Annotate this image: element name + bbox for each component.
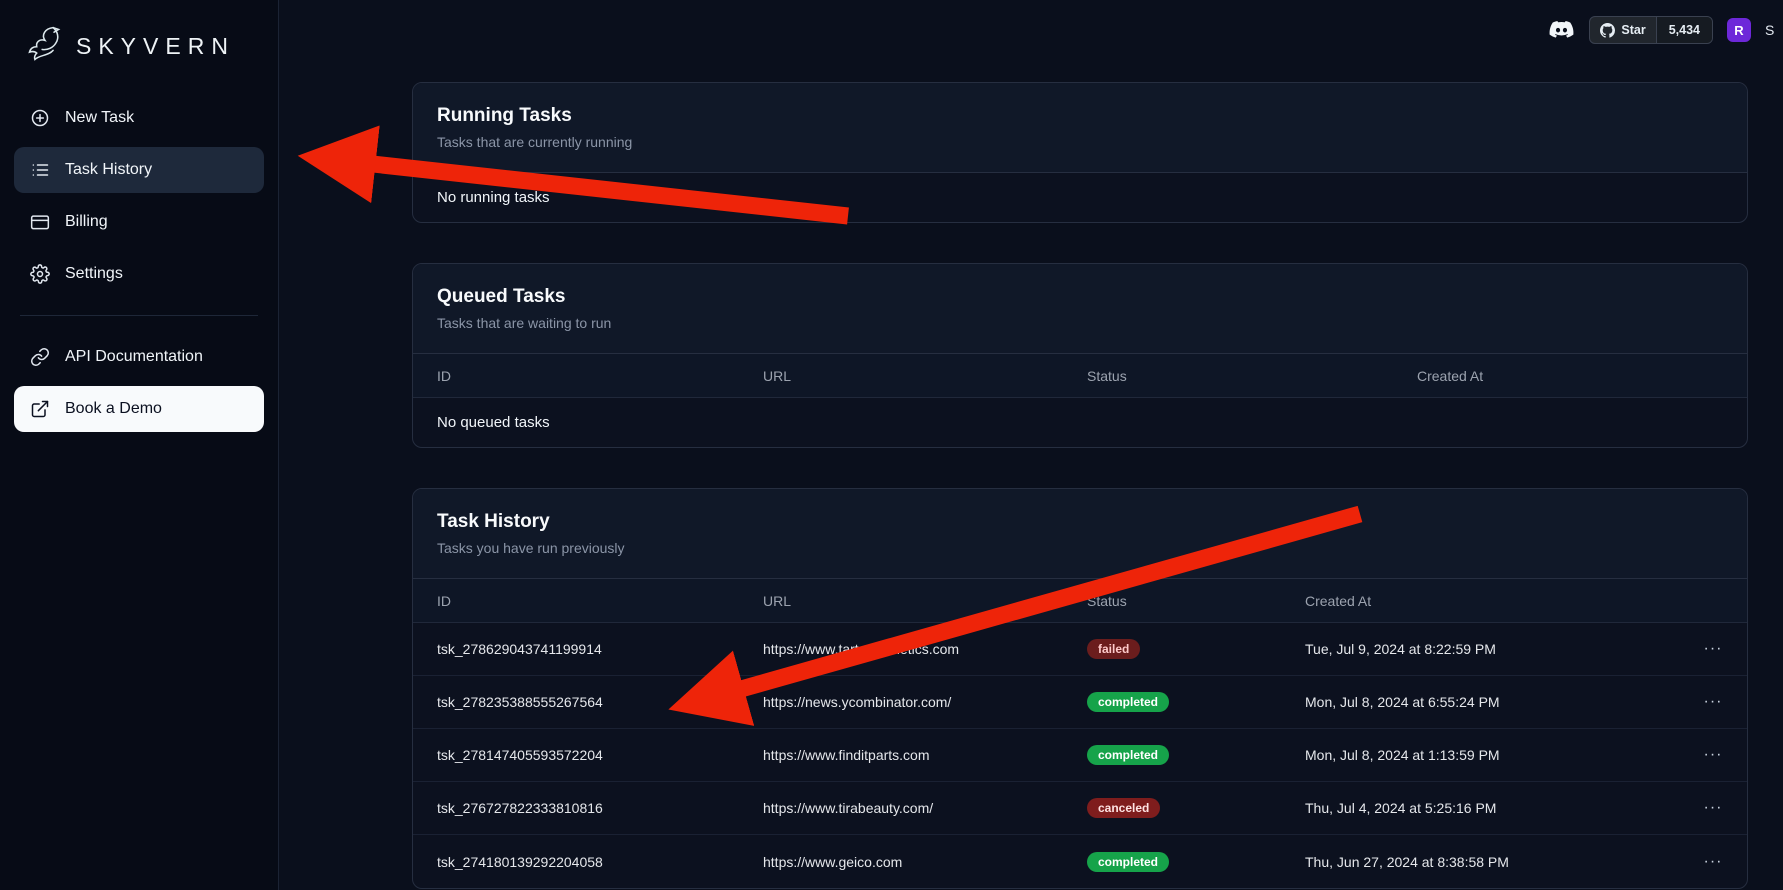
task-id: tsk_278629043741199914: [437, 641, 763, 657]
table-row[interactable]: tsk_278147405593572204 https://www.findi…: [413, 729, 1747, 782]
task-created-at: Mon, Jul 8, 2024 at 1:13:59 PM: [1305, 747, 1703, 763]
task-id: tsk_278147405593572204: [437, 747, 763, 763]
gear-icon: [30, 264, 50, 284]
topbar: Star 5,434 R S: [1548, 16, 1779, 44]
sidebar-divider: [20, 315, 258, 316]
row-actions-button[interactable]: ···: [1703, 746, 1723, 764]
task-created-at: Tue, Jul 9, 2024 at 8:22:59 PM: [1305, 641, 1703, 657]
row-actions-button[interactable]: ···: [1703, 799, 1723, 817]
sidebar-item-label: API Documentation: [65, 348, 203, 366]
task-created-at: Thu, Jul 4, 2024 at 5:25:16 PM: [1305, 800, 1703, 816]
sidebar-item-label: New Task: [65, 109, 134, 127]
github-star-count[interactable]: 5,434: [1656, 17, 1712, 43]
task-history-header: Task History Tasks you have run previous…: [413, 489, 1747, 579]
sidebar: SKYVERN New Task Task History Billing Se: [0, 0, 279, 890]
task-created-at: Thu, Jun 27, 2024 at 8:38:58 PM: [1305, 854, 1703, 870]
card-title: Running Tasks: [437, 105, 1723, 127]
user-name-partial: S: [1765, 22, 1779, 38]
github-star-segment[interactable]: Star: [1590, 17, 1655, 43]
column-header-url: URL: [763, 593, 1087, 609]
queued-tasks-header: Queued Tasks Tasks that are waiting to r…: [413, 264, 1747, 354]
status-badge: completed: [1087, 852, 1169, 872]
sidebar-item-task-history[interactable]: Task History: [14, 147, 264, 193]
column-header-created-at: Created At: [1305, 593, 1703, 609]
sidebar-item-label: Settings: [65, 265, 123, 283]
link-icon: [30, 347, 50, 367]
list-icon: [30, 160, 50, 180]
history-table-header: ID URL Status Created At: [413, 579, 1747, 623]
credit-card-icon: [30, 212, 50, 232]
table-row[interactable]: tsk_276727822333810816 https://www.tirab…: [413, 782, 1747, 835]
status-badge: completed: [1087, 692, 1169, 712]
sidebar-item-label: Billing: [65, 213, 108, 231]
discord-icon[interactable]: [1548, 20, 1575, 41]
status-badge: failed: [1087, 639, 1140, 659]
card-title: Queued Tasks: [437, 286, 1723, 308]
book-demo-button[interactable]: Book a Demo: [14, 386, 264, 432]
column-header-url: URL: [763, 368, 1087, 384]
queued-table-header: ID URL Status Created At: [413, 354, 1747, 398]
brand-name: SKYVERN: [76, 33, 235, 60]
brand-logo[interactable]: SKYVERN: [14, 18, 264, 95]
github-star-label: Star: [1621, 23, 1645, 37]
row-actions-button[interactable]: ···: [1703, 853, 1723, 871]
plus-circle-icon: [30, 108, 50, 128]
task-id: tsk_274180139292204058: [437, 854, 763, 870]
running-tasks-header: Running Tasks Tasks that are currently r…: [413, 83, 1747, 173]
status-badge: canceled: [1087, 798, 1160, 818]
running-tasks-card: Running Tasks Tasks that are currently r…: [412, 82, 1748, 223]
external-link-icon: [30, 399, 50, 419]
column-header-id: ID: [437, 368, 763, 384]
user-avatar[interactable]: R: [1727, 18, 1751, 42]
card-subtitle: Tasks that are currently running: [437, 134, 1723, 150]
row-actions-button[interactable]: ···: [1703, 693, 1723, 711]
queued-tasks-empty: No queued tasks: [413, 398, 1747, 447]
task-id: tsk_278235388555267564: [437, 694, 763, 710]
column-header-status: Status: [1087, 368, 1417, 384]
sidebar-item-label: Book a Demo: [65, 400, 162, 418]
task-url: https://www.finditparts.com: [763, 747, 1087, 763]
table-row[interactable]: tsk_278629043741199914 https://www.tarte…: [413, 623, 1747, 676]
skyvern-dragon-icon: [22, 24, 66, 69]
card-title: Task History: [437, 511, 1723, 533]
sidebar-item-label: Task History: [65, 161, 152, 179]
task-created-at: Mon, Jul 8, 2024 at 6:55:24 PM: [1305, 694, 1703, 710]
column-header-status: Status: [1087, 593, 1305, 609]
card-subtitle: Tasks that are waiting to run: [437, 315, 1723, 331]
task-id: tsk_276727822333810816: [437, 800, 763, 816]
sidebar-item-billing[interactable]: Billing: [14, 199, 264, 245]
column-header-created-at: Created At: [1417, 368, 1723, 384]
task-url: https://news.ycombinator.com/: [763, 694, 1087, 710]
github-octocat-icon: [1600, 23, 1615, 38]
status-badge: completed: [1087, 745, 1169, 765]
task-url: https://www.tirabeauty.com/: [763, 800, 1087, 816]
app-window: SKYVERN New Task Task History Billing Se: [0, 0, 1783, 890]
sidebar-item-new-task[interactable]: New Task: [14, 95, 264, 141]
task-url: https://www.geico.com: [763, 854, 1087, 870]
running-tasks-empty: No running tasks: [413, 173, 1747, 222]
card-subtitle: Tasks you have run previously: [437, 540, 1723, 556]
github-star-button[interactable]: Star 5,434: [1589, 16, 1713, 44]
table-row[interactable]: tsk_274180139292204058 https://www.geico…: [413, 835, 1747, 888]
task-history-card: Task History Tasks you have run previous…: [412, 488, 1748, 889]
sidebar-item-api-documentation[interactable]: API Documentation: [14, 334, 264, 380]
sidebar-item-settings[interactable]: Settings: [14, 251, 264, 297]
task-url: https://www.tartecosmetics.com: [763, 641, 1087, 657]
table-row[interactable]: tsk_278235388555267564 https://news.ycom…: [413, 676, 1747, 729]
column-header-id: ID: [437, 593, 763, 609]
main-content: Star 5,434 R S Running Tasks Tasks that …: [279, 0, 1783, 890]
row-actions-button[interactable]: ···: [1703, 640, 1723, 658]
queued-tasks-card: Queued Tasks Tasks that are waiting to r…: [412, 263, 1748, 448]
